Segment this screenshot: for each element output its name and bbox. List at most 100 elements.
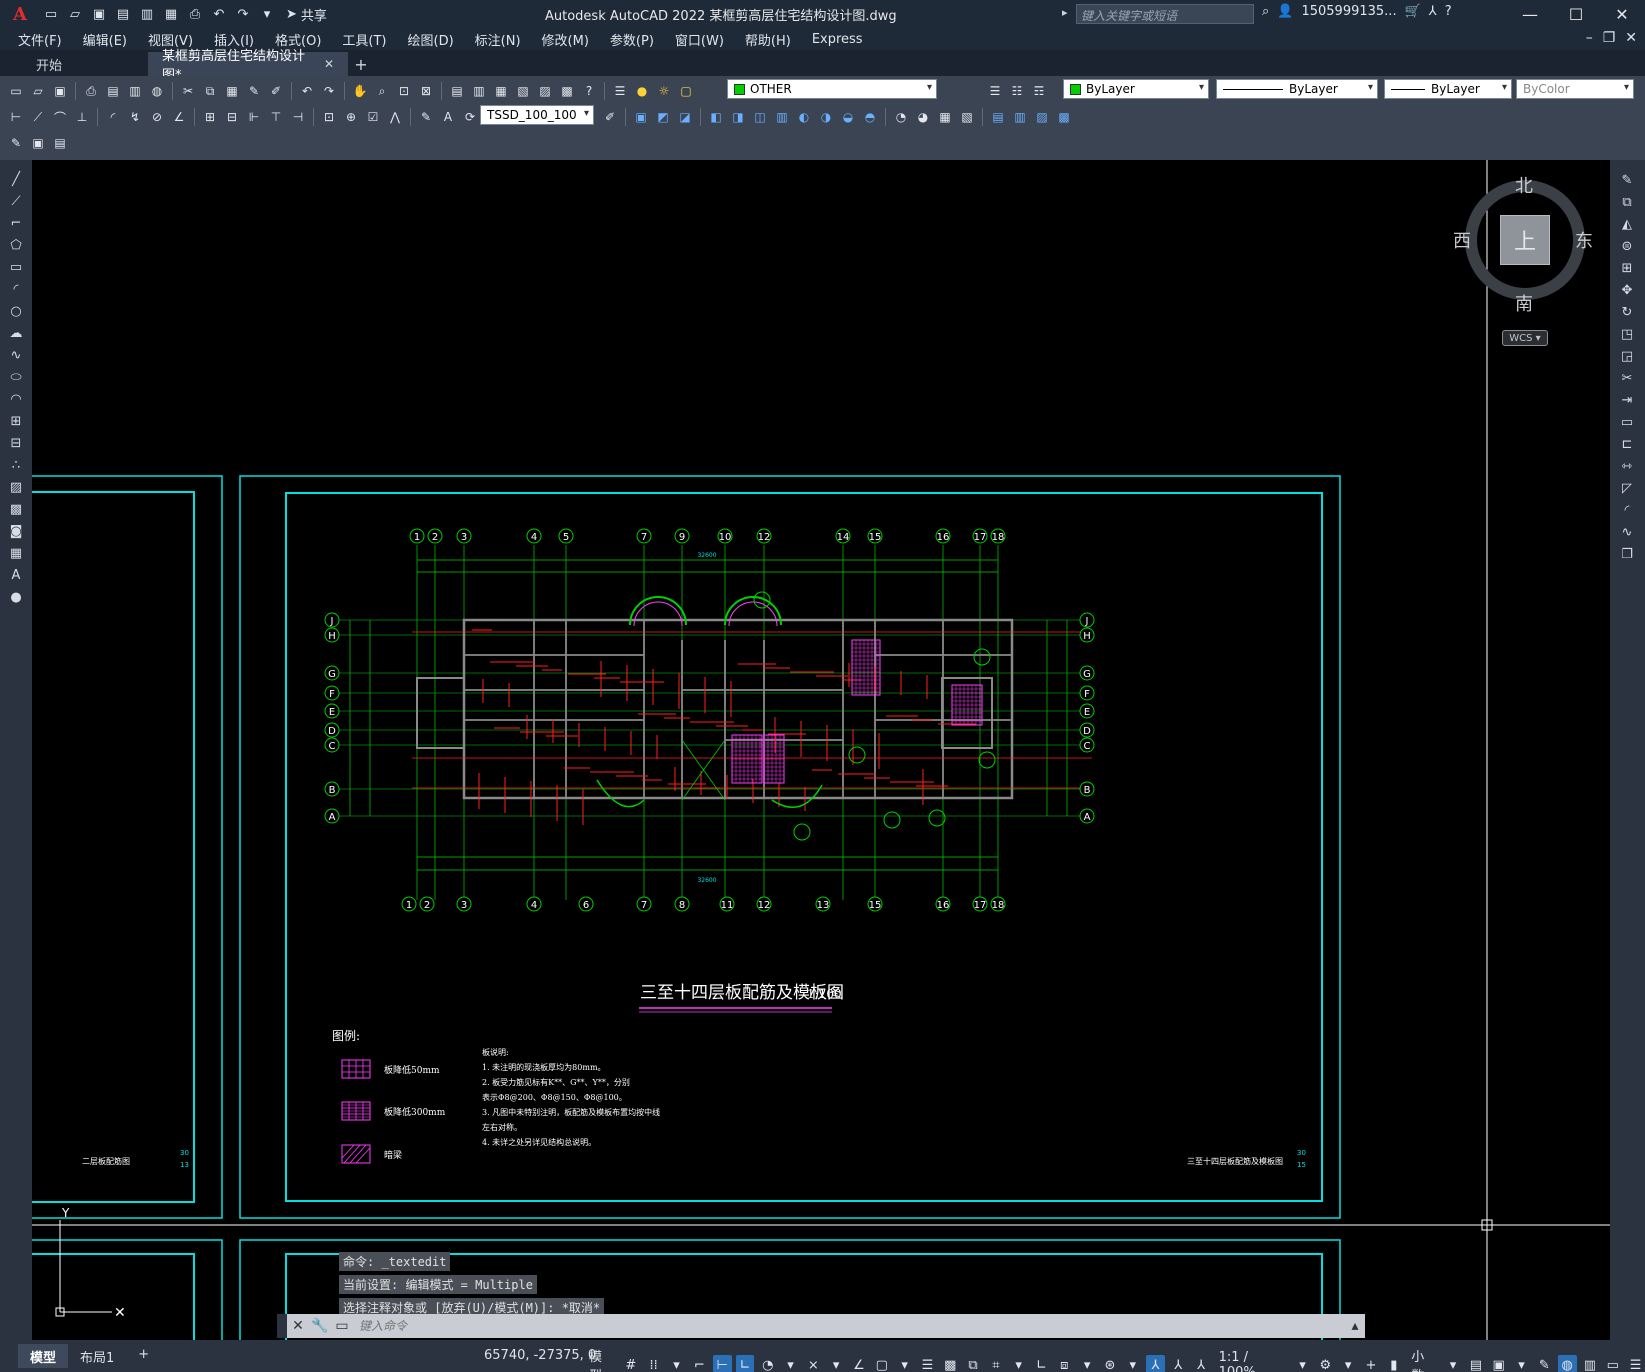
lights-icon[interactable]: ▧ [957, 107, 977, 127]
insert-block-icon[interactable]: ⊞ [5, 412, 27, 431]
hatch-icon[interactable]: ▨ [5, 478, 27, 497]
publish-icon[interactable]: ▥ [125, 81, 145, 101]
dim-linear-icon[interactable]: ⊢ [6, 107, 26, 127]
layer-properties-icon[interactable]: ☰ [610, 81, 630, 101]
chevron-right-icon[interactable]: ▸ [1062, 6, 1068, 19]
line-icon[interactable]: ╱ [5, 170, 27, 189]
table-icon[interactable]: ▤ [50, 133, 70, 153]
spline-icon[interactable]: ∿ [5, 346, 27, 365]
tab-layout1[interactable]: 布局1 [68, 1344, 126, 1368]
view-front-icon[interactable]: ▥ [1010, 107, 1030, 127]
print-icon[interactable]: ⎙ [184, 3, 206, 25]
save-as-icon[interactable]: ▤ [112, 3, 134, 25]
redo-icon[interactable]: ↷ [232, 3, 254, 25]
subtract-icon[interactable]: ◨ [728, 107, 748, 127]
cut-icon[interactable]: ✂ [178, 81, 198, 101]
maximize-button[interactable]: ☐ [1553, 0, 1599, 28]
sun-icon[interactable]: ☼ [654, 81, 674, 101]
menu-dimension[interactable]: 标注(N) [475, 30, 533, 49]
shade-icon[interactable]: ◕ [913, 107, 933, 127]
join-icon[interactable]: ⇿ [1616, 456, 1638, 476]
undo-icon[interactable]: ↶ [208, 3, 230, 25]
lineweight-icon[interactable]: ☰ [918, 1355, 937, 1372]
extend-icon[interactable]: ⇥ [1616, 390, 1638, 410]
calculator-icon[interactable]: ▩ [557, 81, 577, 101]
properties-icon[interactable]: ▤ [447, 81, 467, 101]
menu-draw[interactable]: 绘图(D) [408, 30, 466, 49]
section-icon[interactable]: ◒ [838, 107, 858, 127]
break-icon[interactable]: ⊏ [1616, 434, 1638, 454]
revision-cloud-icon[interactable]: ☁ [5, 324, 27, 343]
erase-icon[interactable]: ✎ [1616, 170, 1638, 190]
units-icon[interactable]: ▮ [1384, 1355, 1403, 1372]
block-editor-icon[interactable]: ✐ [266, 81, 286, 101]
fillet-icon[interactable]: ◜ [1616, 500, 1638, 520]
doc-minimize-button[interactable]: – [1586, 30, 1593, 46]
cone-icon[interactable]: ◪ [675, 107, 695, 127]
dim-style-icon[interactable]: ✐ [600, 107, 620, 127]
selection-cycling-icon[interactable]: ⧉ [964, 1355, 983, 1372]
chevron-down-icon[interactable]: ▾ [781, 1355, 800, 1372]
chevron-down-icon[interactable]: ▾ [827, 1355, 846, 1372]
infer-constraints-icon[interactable]: ⌐ [690, 1355, 709, 1372]
dim-arc-icon[interactable]: ⌒ [50, 107, 70, 127]
quick-dim-icon[interactable]: ⊞ [200, 107, 220, 127]
center-mark-icon[interactable]: ⊕ [341, 107, 361, 127]
menu-modify[interactable]: 修改(M) [542, 30, 601, 49]
slice-icon[interactable]: ◑ [816, 107, 836, 127]
user-name[interactable]: 1505999135... [1301, 4, 1396, 19]
design-center-icon[interactable]: ▥ [469, 81, 489, 101]
chevron-down-icon[interactable]: ▾ [1078, 1355, 1097, 1372]
linetype-dropdown[interactable]: ByLayer ▾ [1216, 79, 1378, 99]
dim-break-icon[interactable]: ⊣ [288, 107, 308, 127]
make-block-icon[interactable]: ⊟ [5, 434, 27, 453]
hardware-accel-icon[interactable]: ◍ [1557, 1355, 1577, 1372]
pan-icon[interactable]: ✋ [350, 81, 370, 101]
annotation-scale-value[interactable]: 1:1 / 100% [1215, 1350, 1290, 1372]
dim-text-edit-icon[interactable]: A [438, 107, 458, 127]
markup-icon[interactable]: ▨ [535, 81, 555, 101]
transparency-icon[interactable]: ▩ [941, 1355, 960, 1372]
intersect-icon[interactable]: ◫ [750, 107, 770, 127]
move-icon[interactable]: ✥ [1616, 280, 1638, 300]
undo-icon[interactable]: ↶ [297, 81, 317, 101]
gizmo-icon[interactable]: ⊛ [1101, 1355, 1120, 1372]
stretch-icon[interactable]: ◲ [1616, 346, 1638, 366]
point-icon[interactable]: ∴ [5, 456, 27, 475]
redo-icon[interactable]: ↷ [319, 81, 339, 101]
polar-icon[interactable]: ◔ [758, 1355, 777, 1372]
user-icon[interactable]: 👤 [1277, 4, 1293, 19]
dynamic-ucs-icon[interactable]: ∟ [1032, 1355, 1051, 1372]
help-icon[interactable]: ? [1445, 4, 1452, 19]
viewcube[interactable]: 上 北 南 西 东 [1453, 176, 1593, 315]
model-space-toggle[interactable]: 模型 [585, 1346, 617, 1372]
coordinates-readout[interactable]: 65740, -27375, 0 [484, 1348, 596, 1363]
dim-space-icon[interactable]: ⊤ [266, 107, 286, 127]
plot-icon[interactable]: ⎙ [81, 81, 101, 101]
graphics-perf-icon[interactable]: ▥ [1581, 1355, 1600, 1372]
dim-radius-icon[interactable]: ◜ [103, 107, 123, 127]
jogged-linear-icon[interactable]: ⋀ [385, 107, 405, 127]
color-dropdown[interactable]: ByLayer ▾ [1063, 79, 1209, 99]
chevron-down-icon[interactable]: ▾ [1123, 1355, 1142, 1372]
drawing-svg[interactable]: Y ✕ 1 2 3 4 5 7 9 10 12 14 15 16 17 181 2 3 4 6 7 8 11 12 13 15… [32, 160, 1610, 1340]
add-layout-button[interactable]: + [126, 1344, 161, 1368]
mtext-icon[interactable]: A [5, 566, 27, 585]
chevron-down-icon[interactable]: ▾ [1009, 1355, 1028, 1372]
attribute-icon[interactable]: ▣ [28, 133, 48, 153]
table-icon[interactable]: ▦ [5, 544, 27, 563]
app-logo-button[interactable]: A [0, 0, 40, 28]
wedge-icon[interactable]: ◩ [653, 107, 673, 127]
globe-icon[interactable]: ◍ [147, 81, 167, 101]
zoom-previous-icon[interactable]: ⊠ [416, 81, 436, 101]
lock-icon[interactable]: ▢ [676, 81, 696, 101]
gear-icon[interactable]: ⚙ [1316, 1355, 1335, 1372]
viewcube-top-face[interactable]: 上 [1500, 215, 1550, 265]
customize-command-icon[interactable]: 🔧 [309, 1318, 331, 1334]
polygon-icon[interactable]: ⬠ [5, 236, 27, 255]
plotstyle-dropdown[interactable]: ByColor ▾ [1516, 79, 1634, 99]
layer-dropdown[interactable]: OTHER ▾ [727, 79, 937, 99]
command-prompt-icon[interactable]: ▭ [331, 1318, 353, 1334]
close-button[interactable]: ✕ [1599, 0, 1645, 28]
layer-previous-icon[interactable]: ☰ [985, 81, 1005, 101]
